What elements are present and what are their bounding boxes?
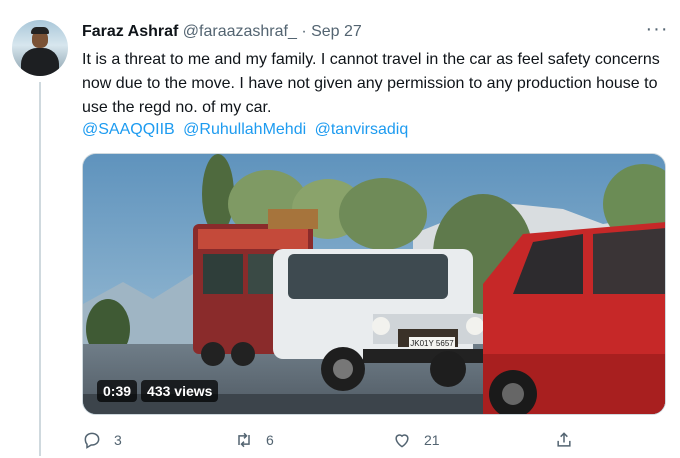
like-count: 21 — [424, 432, 440, 448]
mention-link[interactable]: @RuhullahMehdi — [183, 121, 306, 138]
share-button[interactable] — [554, 430, 586, 450]
video-badges: 0:39 433 views — [97, 380, 219, 402]
mention-link[interactable]: @SAAQQIIB — [82, 121, 175, 138]
tweet-header: Faraz Ashraf @faraazashraf_ · Sep 27 — [82, 22, 362, 42]
author-handle[interactable]: @faraazashraf_ — [183, 23, 297, 40]
retweet-count: 6 — [266, 432, 274, 448]
author-name[interactable]: Faraz Ashraf — [82, 23, 178, 40]
tweet-text: It is a threat to me and my family. I ca… — [82, 51, 660, 116]
mention-link[interactable]: @tanvirsadiq — [315, 121, 409, 138]
avatar-figure-body — [21, 48, 59, 76]
reply-icon — [84, 432, 100, 449]
avatar[interactable] — [12, 20, 68, 76]
reply-button[interactable]: 3 — [82, 430, 122, 450]
mentions: @SAAQQIIB @RuhullahMehdi @tanvirsadiq — [82, 118, 412, 142]
header-separator: · — [301, 23, 307, 40]
share-icon — [557, 432, 571, 447]
tweet-date[interactable]: Sep 27 — [311, 23, 362, 40]
retweet-button[interactable]: 6 — [234, 430, 274, 450]
video-player[interactable]: JK01Y 5657 0:39 433 views — [82, 153, 666, 415]
avatar-figure-cap — [31, 27, 49, 34]
like-icon — [395, 434, 409, 448]
like-button[interactable]: 21 — [392, 430, 440, 450]
action-bar: 3 6 21 — [82, 430, 582, 458]
video-duration: 0:39 — [97, 380, 138, 402]
thread-line — [39, 82, 41, 456]
video-frame: JK01Y 5657 — [83, 154, 665, 414]
more-icon[interactable]: ··· — [644, 19, 670, 42]
video-views: 433 views — [141, 380, 219, 402]
retweet-icon — [238, 432, 250, 448]
license-plate: JK01Y 5657 — [410, 339, 454, 348]
reply-count: 3 — [114, 432, 122, 448]
